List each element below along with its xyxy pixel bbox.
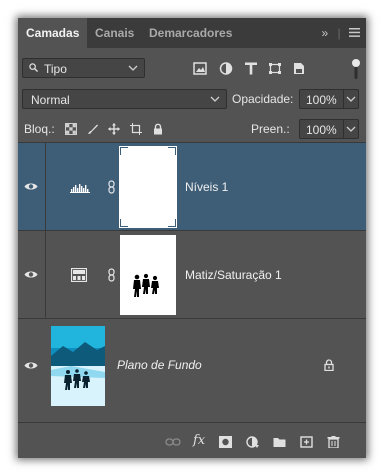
tab-bar-right: » |: [322, 18, 360, 48]
search-icon: [29, 63, 38, 72]
tab-camadas[interactable]: Camadas: [18, 18, 88, 48]
type-filter-icon[interactable]: [244, 62, 258, 75]
filter-toggle-switch[interactable]: [352, 58, 360, 80]
mask-silhouettes-image: [133, 273, 159, 297]
background-photo-image: [51, 326, 105, 406]
new-group-icon[interactable]: [273, 436, 286, 448]
layer-row-niveis[interactable]: Níveis 1: [18, 143, 366, 231]
delete-icon[interactable]: [327, 436, 340, 448]
collapse-panel-icon[interactable]: »: [322, 26, 329, 40]
lock-icon[interactable]: [324, 359, 334, 371]
divider: |: [337, 26, 341, 40]
visibility-cell[interactable]: [18, 143, 46, 230]
link-layers-icon[interactable]: [165, 436, 181, 448]
lock-label: Bloq.:: [24, 122, 55, 136]
opacity-input[interactable]: 100%: [299, 89, 359, 109]
layer-mask-thumbnail[interactable]: [120, 235, 176, 315]
eye-icon[interactable]: [24, 361, 38, 370]
layers-list: Níveis 1 Matiz/Saturação 1 Plano de Fund…: [18, 142, 366, 412]
chevron-down-icon: [346, 96, 356, 102]
chevron-down-icon: [128, 65, 138, 71]
image-filter-icon[interactable]: [193, 62, 207, 75]
hamburger-menu-icon[interactable]: [349, 28, 360, 37]
levels-icon: [70, 184, 90, 193]
layer-name[interactable]: Níveis 1: [185, 180, 228, 194]
visibility-cell[interactable]: [18, 319, 46, 413]
hue-saturation-icon: [71, 268, 87, 282]
adjustment-filter-icon[interactable]: [219, 62, 233, 75]
fill-dropdown[interactable]: [343, 120, 358, 138]
fill-input[interactable]: 100%: [299, 119, 359, 139]
chevron-down-icon: [210, 96, 220, 102]
filter-type-select[interactable]: Tipo: [22, 58, 145, 78]
chevron-down-icon: [346, 126, 356, 132]
lock-image-icon[interactable]: [87, 123, 99, 135]
lock-transparent-icon[interactable]: [65, 123, 77, 135]
filter-type-value: Tipo: [44, 62, 67, 76]
lock-all-icon[interactable]: [152, 123, 164, 135]
lock-artboard-icon[interactable]: [130, 123, 142, 135]
layer-image-thumbnail[interactable]: [51, 326, 105, 406]
layer-name[interactable]: Matiz/Saturação 1: [185, 268, 282, 282]
fx-icon[interactable]: fx: [193, 433, 205, 448]
smart-object-filter-icon[interactable]: [292, 62, 306, 75]
opacity-value: 100%: [306, 93, 337, 107]
fill-label: Preen.:: [251, 122, 290, 136]
link-chain-icon[interactable]: [108, 268, 115, 282]
panel-footer: fx: [18, 422, 366, 458]
opacity-label: Opacidade:: [232, 92, 294, 106]
fill-value: 100%: [306, 123, 337, 137]
layer-row-matiz-saturacao[interactable]: Matiz/Saturação 1: [18, 231, 366, 319]
new-fill-adjustment-icon[interactable]: [246, 436, 259, 448]
mask-selection-corners: [120, 147, 176, 227]
blend-mode-value: Normal: [31, 93, 70, 107]
link-chain-icon[interactable]: [108, 180, 115, 194]
shape-filter-icon[interactable]: [268, 62, 282, 75]
layers-panel: Camadas Canais Demarcadores » | Tipo Nor…: [18, 18, 366, 458]
add-mask-icon[interactable]: [219, 436, 232, 448]
tab-demarcadores[interactable]: Demarcadores: [141, 18, 240, 48]
visibility-cell[interactable]: [18, 231, 46, 318]
opacity-dropdown[interactable]: [343, 90, 358, 108]
tab-canais[interactable]: Canais: [87, 18, 142, 48]
blend-mode-select[interactable]: Normal: [22, 89, 227, 109]
new-layer-icon[interactable]: [300, 436, 313, 448]
lock-position-icon[interactable]: [108, 123, 120, 135]
layer-row-plano-de-fundo[interactable]: Plano de Fundo: [18, 319, 366, 413]
layer-mask-thumbnail[interactable]: [119, 146, 177, 228]
eye-icon[interactable]: [24, 182, 38, 191]
eye-icon[interactable]: [24, 270, 38, 279]
tab-bar: Camadas Canais Demarcadores » |: [18, 18, 366, 48]
layer-name[interactable]: Plano de Fundo: [117, 358, 202, 372]
